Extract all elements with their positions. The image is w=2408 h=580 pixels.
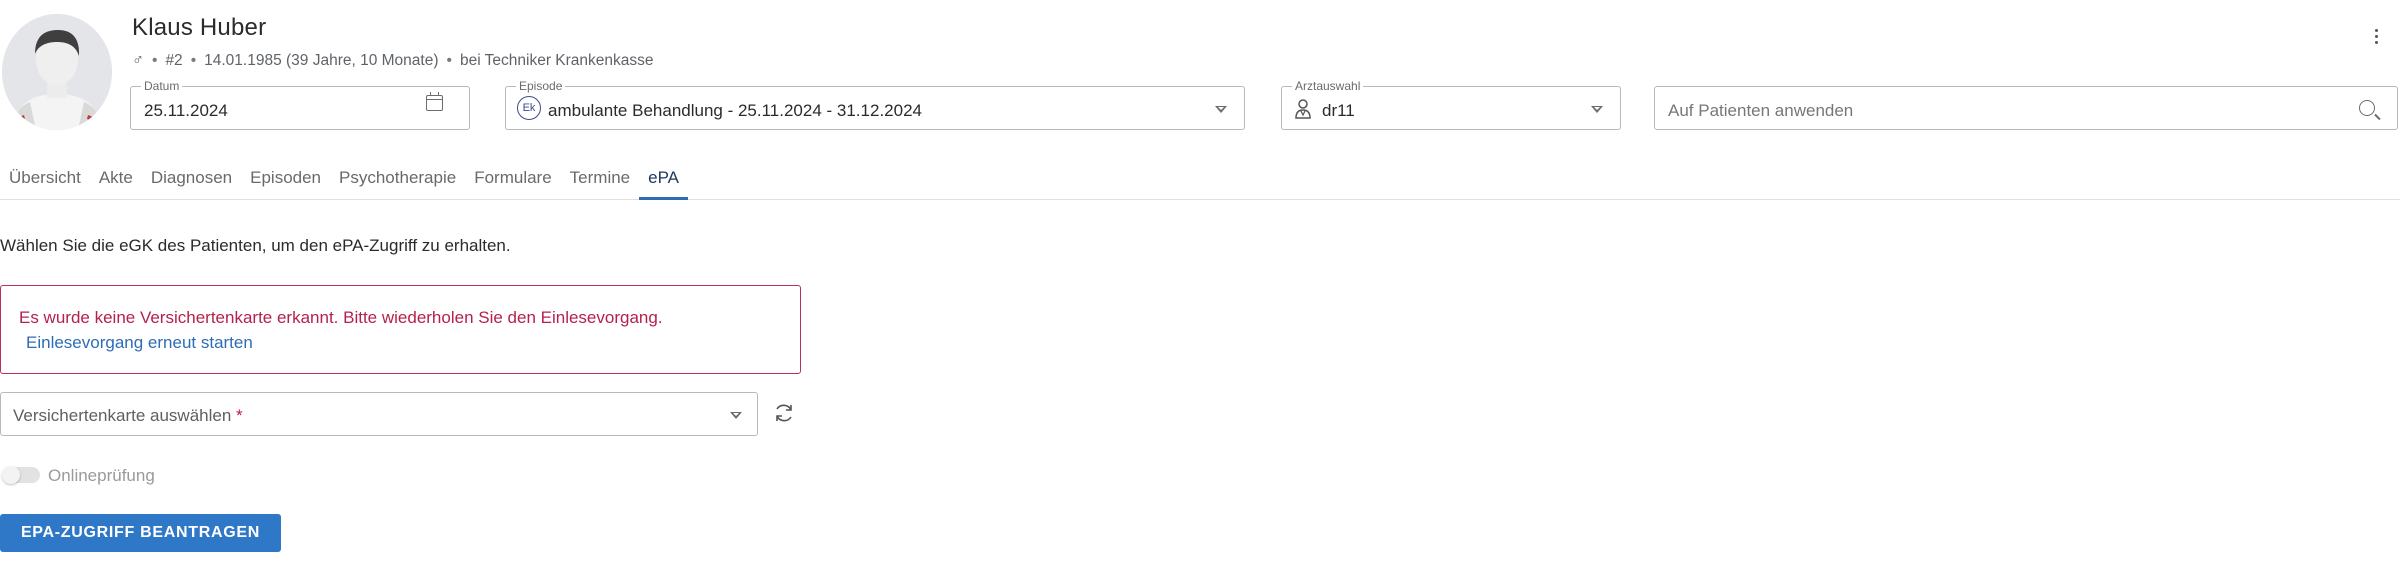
restart-reading-link[interactable]: Einlesevorgang erneut starten <box>26 333 253 353</box>
patient-insurance: bei Techniker Krankenkasse <box>459 52 654 69</box>
patient-id: #2 <box>165 52 183 69</box>
chevron-down-icon[interactable] <box>1215 106 1227 113</box>
tab-episoden[interactable]: Episoden <box>241 160 330 199</box>
insurance-card-select-placeholder: Versichertenkarte auswählen * <box>13 406 243 425</box>
chevron-down-icon[interactable] <box>730 412 742 419</box>
doctor-select-label: Arztauswahl <box>1292 79 1364 93</box>
insurance-card-select[interactable]: Versichertenkarte auswählen * <box>0 392 758 436</box>
date-field-value[interactable]: 25.11.2024 <box>144 101 228 121</box>
tab-uebersicht[interactable]: Übersicht <box>0 160 90 199</box>
tab-psychotherapie[interactable]: Psychotherapie <box>330 160 465 199</box>
gender-male-icon: ♂ <box>132 52 144 69</box>
apply-to-patient-placeholder[interactable]: Auf Patienten anwenden <box>1668 101 1853 121</box>
patient-avatar <box>2 14 112 130</box>
separator-dot: • <box>190 52 197 69</box>
date-field[interactable]: Datum 25.11.2024 <box>130 79 470 130</box>
episode-select[interactable]: Episode Ek ambulante Behandlung - 25.11.… <box>505 79 1245 130</box>
tab-termine[interactable]: Termine <box>561 160 639 199</box>
tab-formulare[interactable]: Formulare <box>465 160 560 199</box>
calendar-icon[interactable] <box>426 92 443 111</box>
episode-select-label: Episode <box>516 79 566 93</box>
patient-tabs: Übersicht Akte Diagnosen Episoden Psycho… <box>0 160 2400 200</box>
error-alert: Es wurde keine Versichertenkarte erkannt… <box>0 285 801 374</box>
patient-birth: 14.01.1985 (39 Jahre, 10 Monate) <box>204 52 439 69</box>
search-icon[interactable] <box>2359 100 2375 116</box>
doctor-select-value: dr11 <box>1322 101 1355 120</box>
apply-to-patient-search[interactable]: Auf Patienten anwenden <box>1654 86 2398 130</box>
tab-akte[interactable]: Akte <box>90 160 142 199</box>
online-check-label: Onlineprüfung <box>48 466 155 485</box>
doctor-select[interactable]: Arztauswahl dr11 <box>1281 79 1621 130</box>
episode-select-value: ambulante Behandlung - 25.11.2024 - 31.1… <box>548 101 922 120</box>
refresh-icon[interactable] <box>772 401 796 425</box>
online-check-toggle[interactable] <box>2 466 40 484</box>
epa-instruction-text: Wählen Sie die eGK des Patienten, um den… <box>0 236 511 255</box>
error-alert-message: Es wurde keine Versichertenkarte erkannt… <box>19 308 663 327</box>
date-field-label: Datum <box>141 79 183 93</box>
request-epa-access-button[interactable]: EPA-ZUGRIFF BEANTRAGEN <box>0 514 281 552</box>
separator-dot: • <box>152 52 158 69</box>
patient-meta: ♂ • #2 • 14.01.1985 (39 Jahre, 10 Monate… <box>132 52 654 70</box>
chevron-down-icon[interactable] <box>1591 106 1603 113</box>
episode-type-badge: Ek <box>517 96 541 120</box>
tab-diagnosen[interactable]: Diagnosen <box>142 160 241 199</box>
more-menu-icon[interactable] <box>2366 22 2386 50</box>
patient-name: Klaus Huber <box>132 14 267 41</box>
tab-epa[interactable]: ePA <box>639 160 688 200</box>
person-icon <box>1295 99 1311 119</box>
separator-dot: • <box>446 52 452 69</box>
required-mark: * <box>236 406 243 425</box>
